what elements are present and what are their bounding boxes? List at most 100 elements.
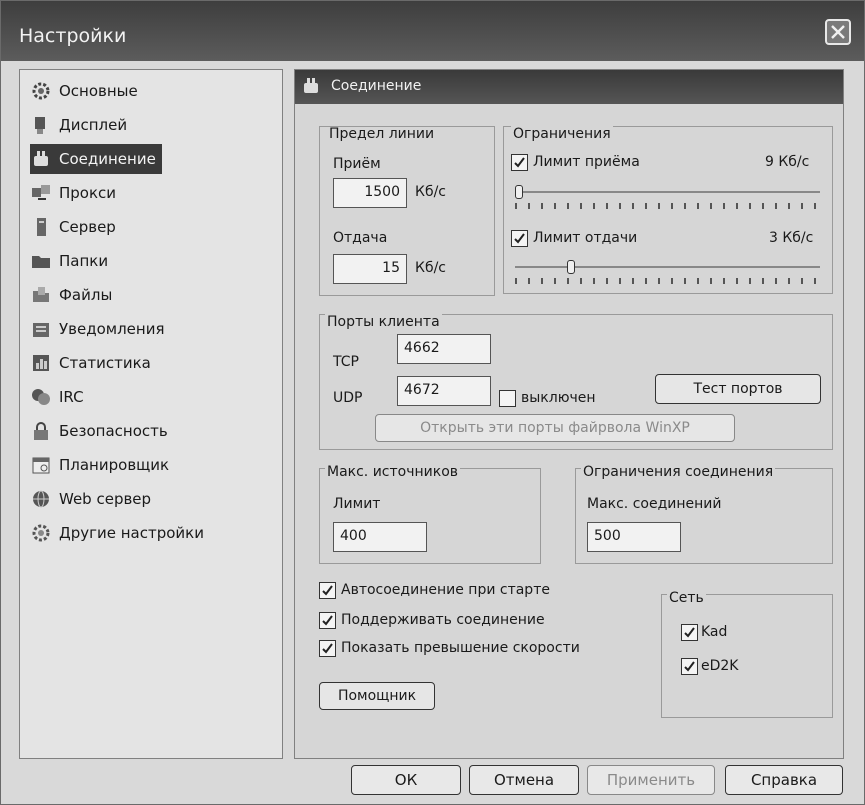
slider-ticks (515, 278, 820, 284)
slider-track (515, 266, 820, 268)
ok-button[interactable]: ОК (351, 765, 461, 795)
checkmark-icon (514, 157, 525, 168)
sidebar-item-label: Дисплей (59, 116, 128, 134)
limits-title: Ограничения (511, 126, 613, 142)
connection-limits-title: Ограничения соединения (581, 464, 776, 480)
sidebar-item-scheduler[interactable]: Планировщик (30, 450, 169, 480)
sidebar-item-server[interactable]: Сервер (30, 212, 116, 242)
download-limit-label: Лимит приёма (533, 154, 640, 170)
checkmark-icon (322, 585, 333, 596)
download-limit-checkbox[interactable] (511, 154, 528, 171)
window-title: Настройки (19, 25, 127, 47)
download-label: Приём (333, 156, 381, 172)
download-unit: Кб/с (415, 184, 446, 200)
tcp-port-field[interactable]: 4662 (397, 334, 491, 364)
sidebar-item-label: Статистика (59, 354, 151, 372)
sidebar-item-folders[interactable]: Папки (30, 246, 108, 276)
sidebar-item-proxy[interactable]: Прокси (30, 178, 116, 208)
sidebar-item-label: Прокси (59, 184, 117, 202)
sidebar-item-label: Планировщик (59, 456, 170, 474)
upload-line-field[interactable]: 15 (333, 254, 407, 284)
server-icon (37, 218, 46, 236)
checkmark-icon (684, 627, 695, 638)
checkmark-icon (514, 233, 525, 244)
test-ports-button[interactable]: Тест портов (655, 374, 821, 404)
sidebar-item-label: Сервер (59, 218, 116, 236)
files-icon (33, 287, 49, 302)
upload-limit-checkbox[interactable] (511, 230, 528, 247)
upload-limit-label: Лимит отдачи (533, 230, 638, 246)
max-connections-field[interactable]: 500 (587, 522, 681, 552)
max-sources-field[interactable]: 400 (333, 522, 427, 552)
upload-limit-value: 3 Кб/с (769, 230, 814, 246)
tcp-label: TCP (333, 354, 359, 370)
sidebar-item-label: Соединение (59, 150, 156, 168)
general-icon (32, 82, 50, 100)
web-server-icon (33, 490, 49, 508)
slider-thumb[interactable] (515, 185, 523, 199)
network-title: Сеть (667, 590, 706, 606)
connection-icon (34, 151, 48, 166)
line-limit-title: Предел линии (329, 126, 435, 142)
slider-ticks (515, 203, 820, 209)
sidebar-item-label: Безопасность (59, 422, 168, 440)
download-line-field[interactable]: 1500 (333, 178, 407, 208)
open-firewall-ports-button[interactable]: Открыть эти порты файрвола WinXP (375, 414, 735, 442)
proxy-icon (32, 185, 50, 200)
show-overhead-checkbox[interactable] (319, 640, 336, 657)
upload-unit: Кб/с (415, 260, 446, 276)
client-ports-title: Порты клиента (325, 314, 442, 330)
notifications-icon (33, 323, 49, 337)
sidebar-item-notifications[interactable]: Уведомления (30, 314, 164, 344)
sidebar-item-label: IRC (59, 388, 84, 406)
slider-track (515, 191, 820, 193)
settings-sidebar: Основные Дисплей Соединение Прокси Серве… (19, 69, 283, 759)
connection-icon (304, 78, 318, 93)
auto-connect-checkbox[interactable] (319, 582, 336, 599)
kad-checkbox[interactable] (681, 624, 698, 641)
irc-icon (32, 389, 50, 405)
show-overhead-label: Показать превышение скорости (341, 640, 580, 656)
title-bar[interactable]: Настройки (1, 1, 864, 61)
sidebar-item-label: Другие настройки (59, 524, 204, 542)
sidebar-item-security[interactable]: Безопасность (30, 416, 168, 446)
slider-thumb[interactable] (567, 260, 575, 274)
close-icon (831, 25, 845, 39)
sidebar-item-label: Папки (59, 252, 109, 270)
sidebar-item-statistics[interactable]: Статистика (30, 348, 151, 378)
kad-label: Kad (701, 624, 728, 640)
cancel-button[interactable]: Отмена (469, 765, 579, 795)
sidebar-item-display[interactable]: Дисплей (30, 110, 127, 140)
apply-button[interactable]: Применить (587, 765, 715, 795)
panel-title: Соединение (331, 78, 422, 94)
upload-label: Отдача (333, 230, 388, 246)
sidebar-item-other-settings[interactable]: Другие настройки (30, 518, 204, 548)
ed2k-checkbox[interactable] (681, 658, 698, 675)
connection-panel: Соединение Предел линии Приём 1500 Кб/с … (294, 69, 844, 759)
sidebar-item-irc[interactable]: IRC (30, 382, 84, 412)
sidebar-item-label: Уведомления (59, 320, 165, 338)
sources-limit-label: Лимит (333, 496, 381, 512)
sidebar-item-files[interactable]: Файлы (30, 280, 112, 310)
checkmark-icon (322, 615, 333, 626)
statistics-icon (33, 355, 49, 371)
download-limit-value: 9 Кб/с (765, 154, 810, 170)
upload-limit-slider[interactable] (515, 260, 820, 288)
keep-connection-checkbox[interactable] (319, 612, 336, 629)
wizard-button[interactable]: Помощник (319, 682, 435, 710)
ed2k-label: eD2K (701, 658, 739, 674)
max-sources-title: Макс. источников (325, 464, 461, 480)
sidebar-item-web-server[interactable]: Web сервер (30, 484, 151, 514)
close-button[interactable] (825, 19, 851, 45)
other-settings-icon (32, 524, 50, 542)
sidebar-item-label: Файлы (59, 286, 113, 304)
help-button[interactable]: Справка (725, 765, 843, 795)
auto-connect-label: Автосоединение при старте (341, 582, 550, 598)
sidebar-item-connection[interactable]: Соединение (30, 144, 162, 174)
sidebar-item-label: Web сервер (59, 490, 152, 508)
sidebar-item-general[interactable]: Основные (30, 76, 138, 106)
udp-disabled-checkbox[interactable] (499, 390, 516, 407)
keep-connection-label: Поддерживать соединение (341, 612, 545, 628)
download-limit-slider[interactable] (515, 185, 820, 213)
udp-port-field[interactable]: 4672 (397, 376, 491, 406)
